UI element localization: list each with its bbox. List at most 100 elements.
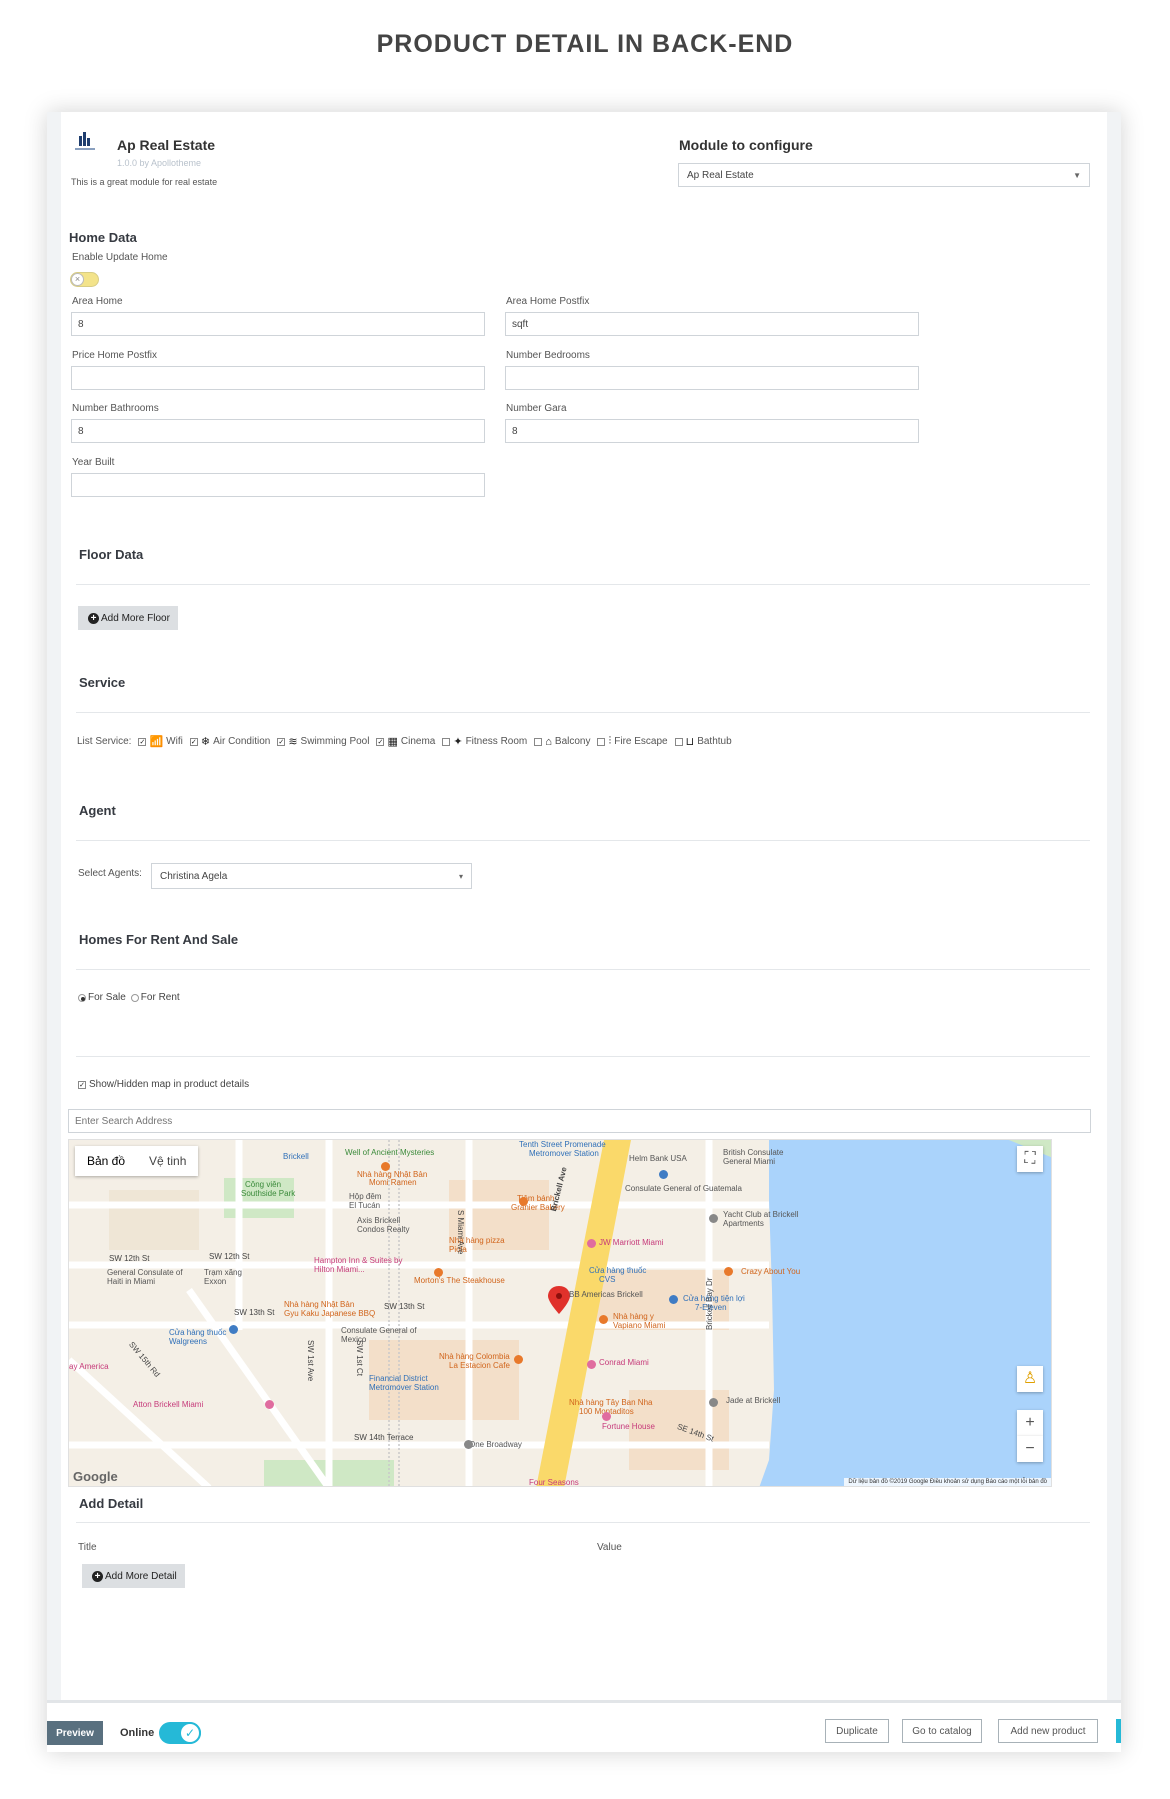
service-checkbox[interactable] — [534, 737, 543, 746]
map-label: Nhà hàng Colombia — [439, 1352, 510, 1361]
preview-button[interactable]: Preview — [47, 1721, 103, 1745]
service-checkbox[interactable] — [674, 737, 683, 746]
product-footer-toolbar: Preview Online ✓ Duplicate Go to catalog… — [47, 1700, 1121, 1752]
add-detail-title: Add Detail — [79, 1496, 144, 1511]
online-label: Online — [120, 1727, 155, 1739]
add-new-product-button[interactable]: Add new product — [998, 1719, 1098, 1743]
poi-marker[interactable] — [599, 1315, 608, 1324]
module-logo-icon — [73, 128, 97, 152]
add-more-floor-label: Add More Floor — [101, 612, 170, 624]
map-label: Vapiano Miami — [613, 1321, 666, 1330]
module-select[interactable]: Ap Real Estate ▼ — [678, 163, 1090, 187]
service-label: Swimming Pool — [300, 736, 370, 747]
for-sale-label: For Sale — [88, 992, 126, 1003]
zoom-in-button[interactable]: + — [1017, 1410, 1043, 1436]
plus-icon: + — [92, 1570, 103, 1582]
map-label: Brickell — [283, 1152, 309, 1161]
poi-marker[interactable] — [229, 1325, 238, 1334]
service-checkbox[interactable]: ✓ — [277, 737, 286, 746]
service-checkbox[interactable] — [597, 737, 606, 746]
air-condition-icon: ❄ — [200, 736, 211, 748]
map-view[interactable]: Bản đồ Vệ tinh ⛶ ♙ + − Brickell Well of … — [68, 1139, 1052, 1487]
map-label: BB Americas Brickell — [569, 1290, 643, 1299]
service-checkbox[interactable] — [442, 737, 451, 746]
tab-map[interactable]: Bản đồ — [75, 1146, 137, 1176]
map-label: One Broadway — [469, 1440, 522, 1449]
poi-marker[interactable] — [464, 1440, 473, 1449]
fullscreen-icon[interactable]: ⛶ — [1017, 1146, 1043, 1172]
show-map-checkbox[interactable]: ✓ — [78, 1080, 86, 1089]
service-checkbox[interactable]: ✓ — [376, 737, 385, 746]
service-checkbox[interactable]: ✓ — [138, 737, 147, 746]
poi-marker[interactable] — [587, 1239, 596, 1248]
service-item-swimming-pool[interactable]: ✓ ≋ Swimming Pool — [277, 735, 369, 748]
service-item-fire-escape[interactable]: ⫶ Fire Escape — [597, 735, 668, 748]
map-label: Yacht Club at Brickell Apartments — [723, 1210, 799, 1228]
poi-marker[interactable] — [709, 1214, 718, 1223]
divider — [76, 712, 1090, 713]
tab-satellite[interactable]: Vệ tinh — [137, 1146, 198, 1176]
zoom-out-button[interactable]: − — [1017, 1436, 1043, 1462]
for-rent-label: For Rent — [140, 992, 180, 1003]
area-postfix-input[interactable]: sqft — [505, 312, 919, 336]
poi-marker[interactable] — [602, 1412, 611, 1421]
select-agents-label: Select Agents: — [78, 868, 142, 879]
poi-marker[interactable] — [587, 1360, 596, 1369]
service-list-label: List Service: — [77, 736, 132, 747]
map-search-input[interactable] — [68, 1109, 1091, 1133]
backend-frame: Ap Real Estate 1.0.0 by Apollotheme This… — [47, 112, 1121, 1752]
service-item-balcony[interactable]: ⌂ Balcony — [534, 736, 590, 748]
sale-rent-options: For Sale For Rent — [78, 992, 180, 1003]
price-postfix-input[interactable] — [71, 366, 485, 390]
service-label: Fitness Room — [465, 736, 528, 747]
poi-marker[interactable] — [434, 1268, 443, 1277]
service-item-wifi[interactable]: ✓ 📶 Wifi — [138, 735, 183, 748]
cinema-icon: ▦ — [387, 736, 398, 748]
bathrooms-input[interactable]: 8 — [71, 419, 485, 443]
swimming-pool-icon: ≋ — [288, 736, 298, 748]
area-postfix-label: Area Home Postfix — [506, 296, 590, 307]
detail-title-header: Title — [78, 1542, 97, 1553]
map-label: Financial District Metromover Station — [369, 1374, 439, 1392]
service-item-air-condition[interactable]: ✓ ❄ Air Condition — [189, 735, 270, 748]
wifi-icon: 📶 — [149, 736, 164, 748]
poi-marker[interactable] — [709, 1398, 718, 1407]
go-to-catalog-button[interactable]: Go to catalog — [902, 1719, 982, 1743]
map-label: Công viên — [245, 1180, 282, 1189]
area-home-label: Area Home — [72, 296, 123, 307]
close-icon: × — [71, 273, 84, 286]
area-home-input[interactable]: 8 — [71, 312, 485, 336]
poi-marker[interactable] — [724, 1267, 733, 1276]
add-more-detail-button[interactable]: + Add More Detail — [82, 1564, 185, 1588]
agent-select[interactable]: Christina Agela ▾ — [151, 863, 472, 889]
street-view-icon[interactable]: ♙ — [1017, 1366, 1043, 1392]
gara-input[interactable]: 8 — [505, 419, 919, 443]
enable-update-toggle[interactable]: × — [70, 272, 99, 287]
duplicate-button[interactable]: Duplicate — [825, 1719, 889, 1743]
map-attribution[interactable]: Dữ liệu bản đồ ©2019 Google Điều khoản s… — [844, 1478, 1051, 1486]
save-button-edge[interactable] — [1116, 1719, 1121, 1743]
service-item-bathtub[interactable]: ⊔ Bathtub — [674, 735, 732, 748]
road-label: SW 1st Ave — [306, 1340, 315, 1382]
service-checkbox[interactable]: ✓ — [189, 737, 198, 746]
poi-marker[interactable] — [381, 1162, 390, 1171]
poi-marker[interactable] — [669, 1295, 678, 1304]
divider — [76, 584, 1090, 585]
chevron-down-icon: ▾ — [458, 871, 463, 881]
bedrooms-input[interactable] — [505, 366, 919, 390]
map-label: Trạm xăng — [204, 1268, 242, 1277]
floor-data-title: Floor Data — [79, 547, 144, 562]
poi-marker[interactable] — [514, 1355, 523, 1364]
for-sale-radio[interactable] — [78, 993, 86, 1002]
year-built-input[interactable] — [71, 473, 485, 497]
poi-marker[interactable] — [519, 1197, 528, 1206]
online-toggle[interactable]: ✓ — [159, 1722, 201, 1744]
service-item-cinema[interactable]: ✓ ▦ Cinema — [376, 735, 435, 748]
add-more-floor-button[interactable]: + Add More Floor — [78, 606, 178, 630]
service-item-fitness-room[interactable]: ✦ Fitness Room — [442, 735, 527, 748]
bedrooms-label: Number Bedrooms — [506, 350, 590, 361]
poi-marker[interactable] — [265, 1400, 274, 1409]
map-label: Well of Ancient Mysteries — [345, 1148, 435, 1157]
for-rent-radio[interactable] — [130, 993, 139, 1002]
poi-marker[interactable] — [659, 1170, 668, 1179]
